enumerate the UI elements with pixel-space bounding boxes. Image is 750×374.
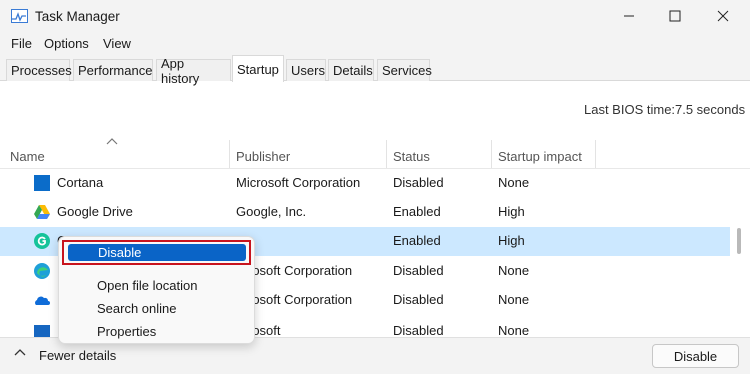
row-publisher: Microsoft Corporation	[236, 175, 361, 190]
tab-startup[interactable]: Startup	[232, 55, 284, 82]
row-status: Disabled	[393, 323, 444, 337]
grammarly-icon	[34, 233, 50, 249]
row-status: Enabled	[393, 233, 441, 248]
tab-processes[interactable]: Processes	[6, 59, 72, 81]
row-name: Google Drive	[57, 204, 133, 219]
column-header-publisher[interactable]: Publisher	[236, 149, 290, 164]
close-icon	[717, 10, 729, 22]
bios-time-label: Last BIOS time:	[584, 102, 676, 117]
disable-button[interactable]: Disable	[652, 344, 739, 368]
annotation-highlight-box	[62, 240, 251, 265]
tab-performance[interactable]: Performance	[73, 59, 153, 81]
cortana-icon	[34, 175, 50, 191]
menu-options[interactable]: Options	[44, 36, 89, 51]
row-status: Disabled	[393, 292, 444, 307]
onedrive-icon	[35, 296, 50, 305]
row-publisher: Google, Inc.	[236, 204, 307, 219]
menu-view[interactable]: View	[103, 36, 131, 51]
context-menu-open-file-location[interactable]: Open file location	[97, 278, 197, 293]
menu-file[interactable]: File	[11, 36, 32, 51]
sort-ascending-icon	[106, 138, 118, 145]
context-menu-search-online[interactable]: Search online	[97, 301, 177, 316]
column-divider[interactable]	[595, 140, 596, 168]
context-menu-properties[interactable]: Properties	[97, 324, 156, 339]
scrollbar-thumb[interactable]	[737, 228, 741, 254]
close-button[interactable]	[700, 0, 746, 32]
column-header-status[interactable]: Status	[393, 149, 430, 164]
window-title: Task Manager	[35, 9, 120, 24]
app-icon	[34, 325, 50, 337]
row-impact: High	[498, 233, 525, 248]
row-status: Enabled	[393, 204, 441, 219]
tab-app-history[interactable]: App history	[156, 56, 231, 86]
task-manager-icon	[11, 9, 28, 23]
tab-details[interactable]: Details	[328, 59, 374, 81]
table-row[interactable]: Cortana Microsoft Corporation Disabled N…	[0, 169, 730, 198]
minimize-button[interactable]	[606, 0, 652, 32]
row-impact: None	[498, 292, 530, 307]
row-impact: None	[498, 263, 530, 278]
column-header-name[interactable]: Name	[10, 149, 45, 164]
maximize-button[interactable]	[652, 0, 698, 32]
column-divider[interactable]	[229, 140, 230, 168]
edge-icon	[34, 263, 50, 279]
row-publisher: rosoft Corporation	[248, 263, 353, 278]
tab-services[interactable]: Services	[377, 59, 432, 81]
row-status: Disabled	[393, 175, 444, 190]
row-impact: None	[498, 323, 530, 337]
column-divider[interactable]	[491, 140, 492, 168]
row-publisher: rosoft Corporation	[248, 292, 353, 307]
tab-users[interactable]: Users	[286, 59, 326, 81]
table-row[interactable]: Google Drive Google, Inc. Enabled High	[0, 198, 730, 227]
minimize-icon	[624, 15, 634, 17]
row-name: Cortana	[57, 175, 104, 190]
row-status: Disabled	[393, 263, 444, 278]
column-divider[interactable]	[386, 140, 387, 168]
column-header-startup-impact[interactable]: Startup impact	[498, 149, 582, 164]
fewer-details-link[interactable]: Fewer details	[39, 348, 116, 363]
bios-time-value: 7.5 seconds	[675, 102, 746, 117]
row-impact: None	[498, 175, 530, 190]
google-drive-icon	[34, 205, 50, 219]
row-impact: High	[498, 204, 525, 219]
chevron-up-icon[interactable]	[14, 348, 26, 356]
maximize-icon	[669, 10, 681, 22]
